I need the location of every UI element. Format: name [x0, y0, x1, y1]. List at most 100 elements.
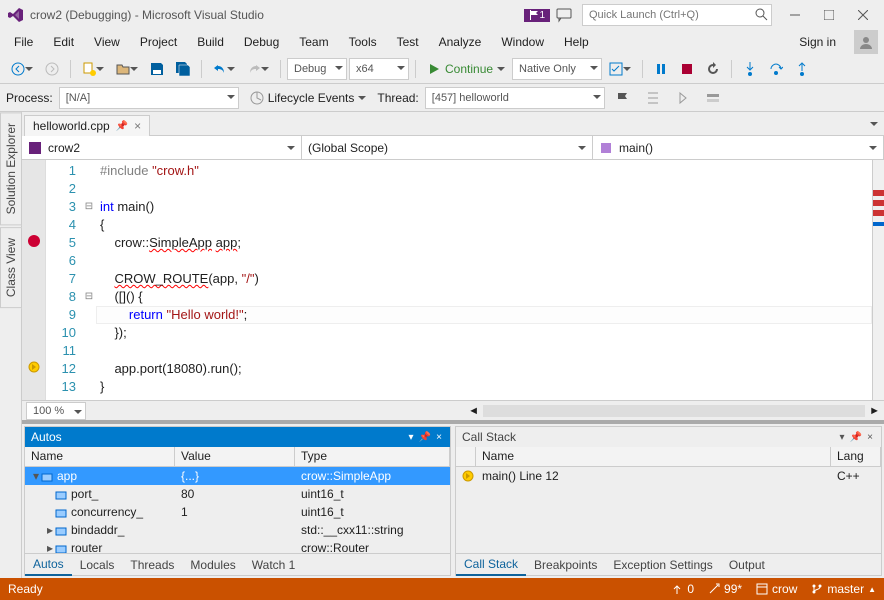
status-repo[interactable]: crow: [756, 582, 797, 596]
status-changes[interactable]: 99*: [708, 582, 742, 596]
panel-pin-icon[interactable]: 📌: [851, 432, 861, 442]
doc-dropdown-icon[interactable]: [864, 112, 884, 136]
zoom-combo[interactable]: 100 %: [26, 402, 86, 420]
thread-label: Thread:: [377, 91, 418, 105]
menu-help[interactable]: Help: [556, 32, 597, 52]
fold-gutter[interactable]: ⊟⊟: [82, 160, 96, 400]
menu-window[interactable]: Window: [493, 32, 552, 52]
menu-tools[interactable]: Tools: [341, 32, 385, 52]
dbg-btn-1[interactable]: [604, 58, 636, 80]
menu-team[interactable]: Team: [291, 32, 336, 52]
save-button[interactable]: [145, 58, 169, 80]
callstack-panel: Call Stack ▾ 📌 × Name Lang main() Line 1…: [455, 426, 882, 576]
minimize-button[interactable]: [778, 3, 812, 27]
ptab-breakpoints[interactable]: Breakpoints: [526, 555, 605, 575]
callstack-tabstrip: Call Stack Breakpoints Exception Setting…: [456, 553, 881, 575]
ptab-callstack[interactable]: Call Stack: [456, 554, 526, 576]
autos-columns[interactable]: Name Value Type: [25, 447, 450, 467]
platform-combo[interactable]: x64: [349, 58, 409, 80]
user-avatar-icon[interactable]: [854, 30, 878, 54]
new-button[interactable]: [77, 58, 109, 80]
side-tab-strip: Solution Explorer Class View: [0, 112, 22, 578]
close-button[interactable]: [846, 3, 880, 27]
callstack-columns[interactable]: Name Lang: [456, 447, 881, 467]
ptab-locals[interactable]: Locals: [72, 555, 123, 575]
panel-dropdown-icon[interactable]: ▾: [837, 432, 847, 442]
step-out-button[interactable]: [790, 58, 814, 80]
panel-close-icon[interactable]: ×: [865, 432, 875, 442]
save-all-button[interactable]: [171, 58, 195, 80]
autos-row[interactable]: concurrency_1uint16_t: [25, 503, 450, 521]
ptab-output[interactable]: Output: [721, 555, 773, 575]
menu-build[interactable]: Build: [189, 32, 232, 52]
autos-row[interactable]: ▸bindaddr_std::__cxx11::string: [25, 521, 450, 539]
config-combo[interactable]: Debug: [287, 58, 347, 80]
ptab-modules[interactable]: Modules: [182, 555, 243, 575]
step-over-button[interactable]: [764, 58, 788, 80]
autos-row[interactable]: ▸router_crow::Router: [25, 539, 450, 553]
callstack-header[interactable]: Call Stack ▾ 📌 ×: [456, 427, 881, 447]
breakpoint-gutter[interactable]: [22, 160, 46, 400]
ptab-exception-settings[interactable]: Exception Settings: [605, 555, 720, 575]
step-into-button[interactable]: [738, 58, 762, 80]
stop-button[interactable]: [675, 58, 699, 80]
nav-scope[interactable]: (Global Scope): [302, 136, 593, 159]
debugger-type-combo[interactable]: Native Only: [512, 58, 602, 80]
pin-icon[interactable]: 📌: [116, 121, 128, 132]
menu-analyze[interactable]: Analyze: [431, 32, 490, 52]
menu-file[interactable]: File: [6, 32, 41, 52]
open-button[interactable]: [111, 58, 143, 80]
ptab-autos[interactable]: Autos: [25, 554, 72, 576]
pause-button[interactable]: [649, 58, 673, 80]
continue-button[interactable]: Continue: [422, 58, 510, 80]
thread-combo[interactable]: [457] helloworld: [425, 87, 605, 109]
nav-function[interactable]: main(): [593, 136, 884, 159]
flag-icon: [529, 10, 539, 20]
ptab-threads[interactable]: Threads: [122, 555, 182, 575]
quick-launch[interactable]: [582, 4, 772, 26]
panel-close-icon[interactable]: ×: [434, 432, 444, 442]
line-number-gutter: 1234567891011121314: [46, 160, 82, 400]
status-push[interactable]: 0: [671, 582, 694, 596]
nav-back-button[interactable]: [6, 58, 38, 80]
stackframe-icon[interactable]: [641, 87, 665, 109]
maximize-button[interactable]: [812, 3, 846, 27]
undo-button[interactable]: [208, 58, 240, 80]
toggle-icon[interactable]: [671, 87, 695, 109]
close-tab-icon[interactable]: ×: [134, 119, 141, 133]
menu-test[interactable]: Test: [389, 32, 427, 52]
menu-project[interactable]: Project: [132, 32, 185, 52]
lifecycle-button[interactable]: Lifecycle Events: [245, 87, 372, 109]
feedback-icon[interactable]: [556, 7, 572, 23]
thread-flag-icon[interactable]: [611, 87, 635, 109]
autos-grid[interactable]: ▾app{...}crow::SimpleApp port_80uint16_t…: [25, 467, 450, 553]
menu-debug[interactable]: Debug: [236, 32, 287, 52]
menu-edit[interactable]: Edit: [45, 32, 82, 52]
autos-header[interactable]: Autos ▾ 📌 ×: [25, 427, 450, 447]
quick-launch-input[interactable]: [582, 4, 772, 26]
stackframe-combo-icon[interactable]: [701, 87, 725, 109]
nav-project[interactable]: crow2: [22, 136, 302, 159]
autos-row[interactable]: ▾app{...}crow::SimpleApp: [25, 467, 450, 485]
panel-pin-icon[interactable]: 📌: [420, 432, 430, 442]
status-branch[interactable]: master ▲: [811, 582, 876, 596]
doctab-active[interactable]: helloworld.cpp 📌 ×: [24, 115, 150, 136]
search-icon[interactable]: [754, 7, 768, 21]
ptab-watch1[interactable]: Watch 1: [244, 555, 304, 575]
nav-fwd-button[interactable]: [40, 58, 64, 80]
sidetab-class-view[interactable]: Class View: [0, 227, 22, 308]
redo-button[interactable]: [242, 58, 274, 80]
restart-button[interactable]: [701, 58, 725, 80]
signin-link[interactable]: Sign in: [789, 32, 846, 52]
sidetab-solution-explorer[interactable]: Solution Explorer: [0, 112, 22, 225]
code-editor[interactable]: 1234567891011121314 ⊟⊟ #include "crow.h"…: [22, 160, 884, 400]
menu-view[interactable]: View: [86, 32, 128, 52]
process-combo[interactable]: [N/A]: [59, 87, 239, 109]
autos-row[interactable]: port_80uint16_t: [25, 485, 450, 503]
overview-strip[interactable]: [872, 160, 884, 400]
panel-dropdown-icon[interactable]: ▾: [406, 432, 416, 442]
callstack-row[interactable]: main() Line 12C++: [456, 467, 881, 485]
code-area[interactable]: #include "crow.h" int main(){ crow::Simp…: [96, 160, 872, 400]
notification-badge[interactable]: 1: [524, 9, 550, 22]
callstack-grid[interactable]: main() Line 12C++: [456, 467, 881, 553]
